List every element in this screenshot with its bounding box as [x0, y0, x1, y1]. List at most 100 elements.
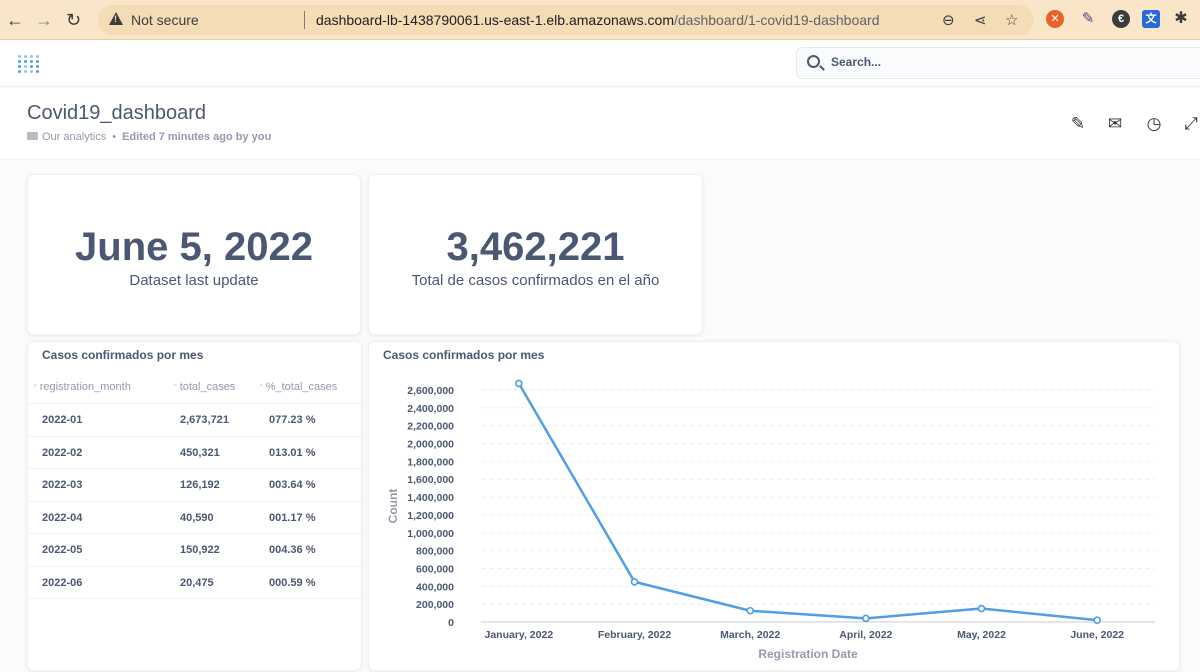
search-icon [807, 55, 820, 68]
table-cell: 126,192 [180, 479, 220, 491]
table-cell: 40,590 [180, 511, 214, 524]
x-tick-label: May, 2022 [957, 629, 1006, 641]
table-cell: 2022-01 [42, 414, 83, 426]
address-divider [304, 11, 305, 29]
table-cell: 20,475 [180, 576, 214, 589]
scalar-value: 3,462,221 [446, 225, 625, 269]
fullscreen-icon[interactable]: ⤢ [1180, 113, 1200, 135]
y-tick-label: 400,000 [416, 581, 454, 593]
extension-icon[interactable]: ✕ [1046, 10, 1064, 28]
reload-icon[interactable]: ↻ [66, 9, 81, 31]
share-icon[interactable]: ⋖ [974, 11, 987, 29]
table-cell: 003.64 % [269, 479, 316, 491]
dashboard-title[interactable]: Covid19_dashboard [27, 102, 206, 125]
url-text[interactable]: dashboard-lb-1438790061.us-east-1.elb.am… [316, 12, 879, 28]
table-header: registration_month total_cases %_total_c… [28, 372, 362, 404]
column-header-total-cases[interactable]: total_cases [172, 381, 236, 393]
data-point [862, 614, 870, 623]
y-tick-label: 2,400,000 [407, 403, 454, 415]
table-cell: 2022-03 [42, 479, 83, 491]
extension-icon[interactable]: € [1112, 10, 1130, 28]
data-point [630, 578, 639, 586]
table-row: 2022-03 126,192 003.64 % [28, 469, 362, 502]
dashboard-meta: Our analytics • Edited 7 minutes ago by yo… [27, 131, 271, 143]
y-tick-label: 1,200,000 [407, 510, 454, 522]
table-cell: 2022-06 [42, 576, 83, 589]
table-row: 2022-06 20,475 000.59 % [28, 567, 362, 599]
table-cell: 450,321 [180, 446, 220, 459]
table-cell: 150,922 [180, 544, 220, 556]
edit-pencil-icon[interactable]: ✎ [1067, 113, 1089, 135]
x-axis-label: Registration Date [758, 647, 858, 661]
y-tick-label: 0 [448, 617, 454, 629]
cases-table-card: Casos confirmados por mes registration_m… [27, 341, 362, 671]
collection-link[interactable]: Our analytics [42, 131, 106, 143]
history-clock-icon[interactable]: ◷ [1143, 113, 1165, 135]
y-tick-label: 800,000 [416, 546, 454, 558]
table-cell: 000.59 % [269, 576, 316, 589]
last-update-card[interactable]: June 5, 2022 Dataset last update [27, 174, 361, 335]
y-axis-label: Count [386, 489, 400, 524]
x-tick-label: March, 2022 [720, 629, 780, 641]
back-icon[interactable]: ← [6, 9, 24, 31]
y-tick-label: 1,000,000 [407, 528, 454, 540]
folder-icon [27, 132, 38, 141]
scalar-label[interactable]: Dataset last update [28, 272, 360, 289]
puzzle-icon[interactable]: ✱ [1172, 10, 1190, 28]
table-row: 2022-04 40,590 001.17 % [28, 502, 362, 534]
data-point [977, 604, 986, 613]
url-host: dashboard-lb-1438790061.us-east-1.elb.am… [316, 12, 674, 28]
search-box[interactable] [796, 47, 1200, 79]
y-tick-label: 1,800,000 [407, 456, 454, 468]
column-header-registration-month[interactable]: registration_month [32, 381, 131, 393]
logo-icon[interactable] [18, 55, 40, 73]
card-title[interactable]: Casos confirmados por mes [42, 348, 203, 362]
table-row: 2022-05 150,922 004.36 % [28, 534, 362, 567]
line-chart: 0 200,000 400,000 600,000 800,000 1,000,000 1,… [386, 379, 1155, 661]
x-tick-label: January, 2022 [484, 629, 553, 641]
bookmark-star-icon[interactable]: ☆ [1005, 11, 1018, 29]
scalar-label[interactable]: Total de casos confirmados en el año [369, 272, 702, 289]
column-header-percent-total-cases[interactable]: %_total_cases [258, 381, 338, 393]
total-cases-card[interactable]: 3,462,221 Total de casos confirmados en … [368, 174, 703, 335]
table-cell: 077.23 % [269, 414, 316, 426]
eyedropper-icon[interactable]: ✎ [1079, 10, 1097, 28]
table-row: 2022-01 2,673,721 077.23 % [28, 404, 362, 437]
address-bar[interactable]: Not secure dashboard-lb-1438790061.us-ea… [98, 5, 1034, 35]
zoom-icon[interactable]: ⊖ [942, 11, 955, 29]
url-path: /dashboard/1-covid19-dashboard [674, 12, 880, 28]
translate-icon[interactable]: 文 [1142, 10, 1160, 28]
separator-dot: • [112, 131, 117, 143]
y-tick-label: 600,000 [416, 563, 454, 575]
y-tick-label: 200,000 [416, 599, 454, 611]
cases-table: registration_month total_cases %_total_c… [28, 372, 362, 599]
forward-icon[interactable]: → [35, 9, 53, 31]
security-label[interactable]: Not secure [131, 12, 199, 28]
y-tick-label: 2,200,000 [407, 421, 454, 433]
subscription-mail-icon[interactable]: ✉ [1104, 113, 1126, 135]
x-tick-label: April, 2022 [839, 629, 892, 641]
table-cell: 2022-04 [42, 511, 83, 524]
table-cell: 013.01 % [269, 446, 316, 459]
scalar-value: June 5, 2022 [75, 225, 313, 269]
data-point [746, 606, 754, 615]
table-cell: 2,673,721 [180, 414, 229, 426]
y-tick-label: 1,400,000 [407, 492, 454, 504]
table-cell: 001.17 % [269, 511, 316, 524]
dashboard-header: Covid19_dashboard Our analytics • Edited 7… [0, 88, 1200, 160]
table-cell: 2022-02 [42, 446, 83, 459]
browser-toolbar: ← → ↻ Not secure dashboard-lb-1438790061… [0, 0, 1200, 40]
x-tick-label: February, 2022 [598, 629, 672, 641]
data-point [515, 379, 523, 388]
data-point [1093, 616, 1101, 624]
series-line [517, 382, 1098, 622]
edited-info[interactable]: Edited 7 minutes ago by you [122, 131, 271, 143]
warning-icon[interactable] [109, 12, 123, 25]
table-row: 2022-02 450,321 013.01 % [28, 437, 362, 469]
y-tick-label: 1,600,000 [407, 474, 454, 486]
search-input[interactable] [831, 55, 1191, 69]
table-cell: 2022-05 [42, 544, 83, 556]
cases-chart-card: Casos confirmados por mes 0 200,000 400,00… [368, 341, 1180, 671]
table-cell: 004.36 % [269, 544, 316, 556]
app-header [0, 41, 1200, 87]
